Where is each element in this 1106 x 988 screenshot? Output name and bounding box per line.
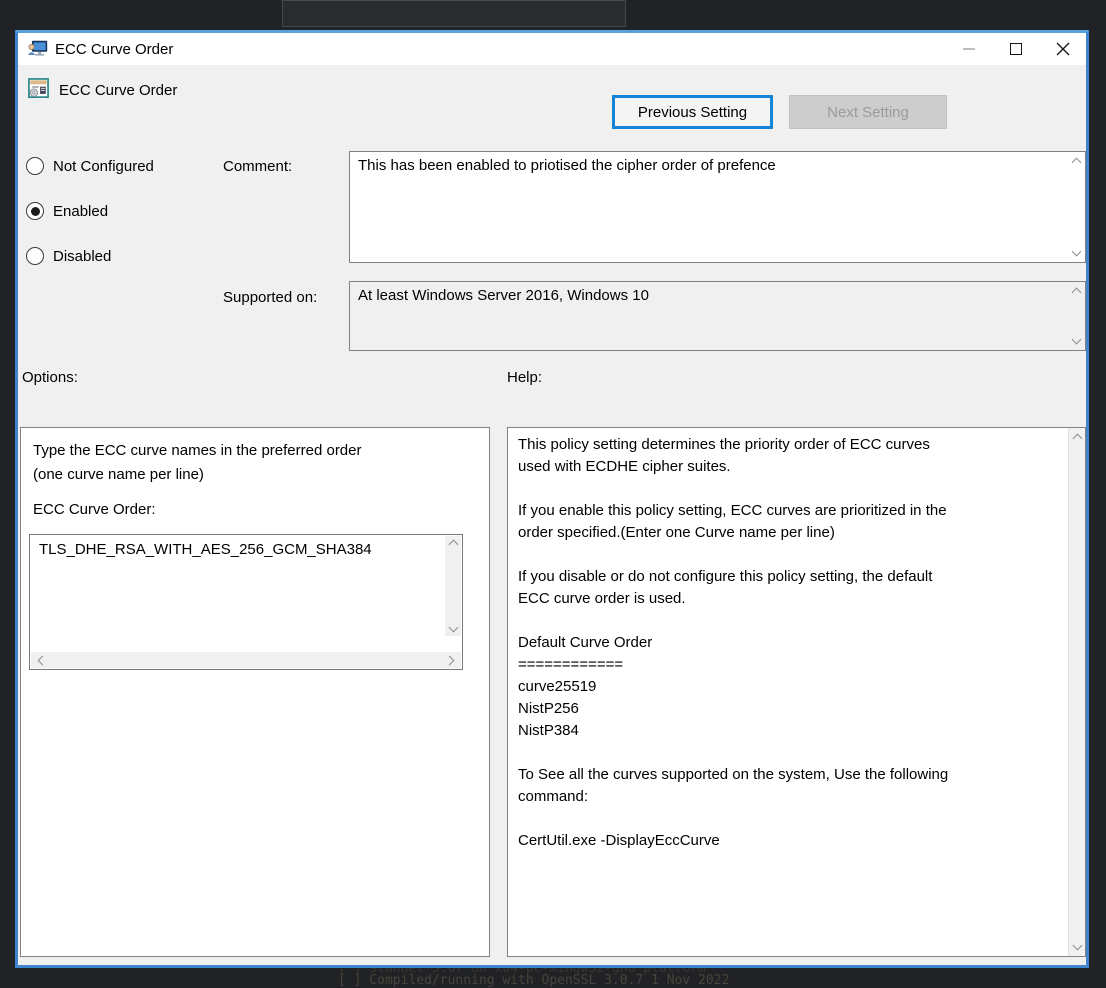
window-title: ECC Curve Order — [55, 41, 173, 58]
options-horizontal-scrollbar[interactable] — [31, 652, 461, 668]
comment-scrollbar[interactable] — [1068, 153, 1084, 261]
options-label: Options: — [22, 369, 78, 386]
scroll-right-icon[interactable] — [445, 655, 455, 665]
ecc-curve-order-input[interactable]: TLS_DHE_RSA_WITH_AES_256_GCM_SHA384 — [29, 534, 463, 670]
comment-text: This has been enabled to priotised the c… — [350, 152, 1085, 180]
scroll-up-icon[interactable] — [448, 540, 458, 550]
scroll-up-icon[interactable] — [1071, 158, 1081, 168]
scroll-down-icon[interactable] — [448, 623, 458, 633]
close-icon — [1056, 42, 1070, 56]
policy-setting-icon — [28, 78, 49, 99]
options-vertical-scrollbar[interactable] — [445, 536, 461, 636]
minimize-button — [945, 33, 992, 65]
group-policy-computer-icon — [27, 40, 48, 58]
minimize-icon — [963, 48, 975, 50]
scroll-up-icon[interactable] — [1071, 288, 1081, 298]
options-hint-text: Type the ECC curve names in the preferre… — [33, 439, 433, 487]
maximize-icon — [1010, 43, 1022, 55]
supported-on-label: Supported on: — [223, 289, 317, 306]
radio-circle-selected[interactable] — [26, 202, 44, 220]
ecc-curve-order-dialog: ECC Curve Order — [15, 30, 1089, 968]
setting-name: ECC Curve Order — [59, 82, 177, 99]
radio-label: Enabled — [53, 203, 108, 220]
window-controls — [945, 33, 1086, 65]
comment-textarea[interactable]: This has been enabled to priotised the c… — [349, 151, 1086, 263]
help-label: Help: — [507, 369, 542, 386]
comment-label: Comment: — [223, 158, 292, 175]
close-button[interactable] — [1039, 33, 1086, 65]
supported-on-textarea: At least Windows Server 2016, Windows 10 — [349, 281, 1086, 351]
radio-label: Disabled — [53, 248, 111, 265]
ecc-curve-order-label: ECC Curve Order: — [33, 501, 156, 518]
background-terminal-text: [ ] Compiled/running with OpenSSL 3.0.7 … — [338, 973, 729, 988]
title-bar[interactable]: ECC Curve Order — [18, 33, 1086, 65]
previous-setting-button[interactable]: Previous Setting — [612, 95, 773, 129]
scroll-down-icon[interactable] — [1072, 941, 1082, 951]
background-window-edge — [282, 0, 626, 27]
dialog-body: ECC Curve Order Previous Setting Next Se… — [18, 65, 1086, 965]
radio-disabled[interactable]: Disabled — [26, 247, 111, 265]
scroll-up-icon[interactable] — [1072, 434, 1082, 444]
radio-circle[interactable] — [26, 157, 44, 175]
help-panel: This policy setting determines the prior… — [507, 427, 1086, 957]
scroll-left-icon[interactable] — [38, 655, 48, 665]
radio-enabled[interactable]: Enabled — [26, 202, 108, 220]
help-scrollbar[interactable] — [1068, 428, 1085, 956]
radio-label: Not Configured — [53, 158, 154, 175]
scroll-down-icon[interactable] — [1071, 247, 1081, 257]
ecc-curve-order-value: TLS_DHE_RSA_WITH_AES_256_GCM_SHA384 — [30, 535, 462, 558]
radio-circle[interactable] — [26, 247, 44, 265]
supported-scrollbar[interactable] — [1068, 283, 1084, 349]
supported-on-text: At least Windows Server 2016, Windows 10 — [350, 282, 1085, 310]
radio-not-configured[interactable]: Not Configured — [26, 157, 154, 175]
desktop-background: [ ] stunnel 5.67 on x64-pc-mingw32-gnu p… — [0, 0, 1106, 988]
scroll-down-icon[interactable] — [1071, 335, 1081, 345]
options-panel: Type the ECC curve names in the preferre… — [20, 427, 490, 957]
help-text: This policy setting determines the prior… — [508, 428, 1067, 956]
maximize-button[interactable] — [992, 33, 1039, 65]
next-setting-button: Next Setting — [789, 95, 947, 129]
